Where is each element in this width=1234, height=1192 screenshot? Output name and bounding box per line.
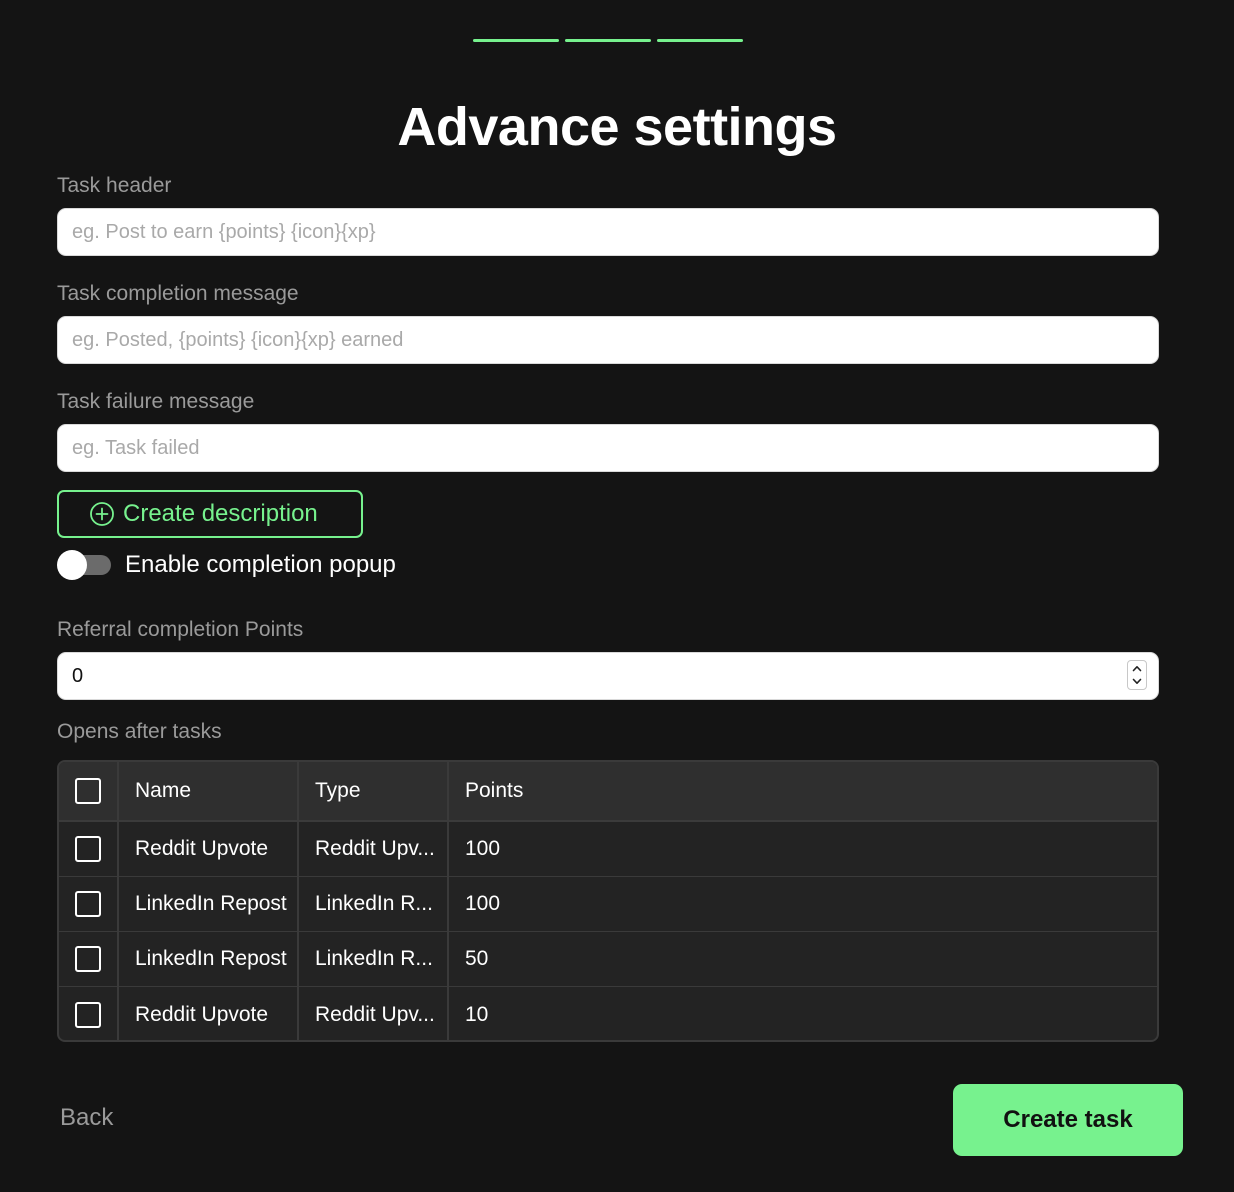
task-points: 10 <box>465 1002 489 1026</box>
chevron-up-icon <box>1132 665 1142 672</box>
increment-button[interactable] <box>1128 662 1146 675</box>
task-type-text: Reddit Upv... <box>315 1002 435 1026</box>
referral-points-label: Referral completion Points <box>57 618 304 641</box>
step-1 <box>473 39 559 42</box>
failure-message-label: Task failure message <box>57 390 255 413</box>
task-points: 100 <box>465 892 501 915</box>
advance-settings-page: Advance settings Task header Task comple… <box>0 0 1234 1192</box>
task-points: 100 <box>465 837 501 860</box>
task-name: Reddit Upvote <box>119 822 299 876</box>
column-header-points[interactable]: Points <box>449 762 1157 820</box>
task-type: LinkedIn R... <box>299 932 449 986</box>
table-row[interactable]: LinkedIn Repost LinkedIn R... 100 <box>59 877 1157 932</box>
completion-popup-label: Enable completion popup <box>125 551 396 578</box>
referral-points-input[interactable] <box>57 652 1159 700</box>
row-select-cell <box>59 877 119 931</box>
table-row[interactable]: LinkedIn Repost LinkedIn R... 50 <box>59 932 1157 987</box>
task-type: Reddit Upv... <box>299 822 449 876</box>
progress-stepper <box>473 39 743 42</box>
task-points: 50 <box>465 947 489 970</box>
referral-points-field <box>57 652 1159 700</box>
step-3 <box>657 39 743 42</box>
toggle-knob <box>57 550 87 580</box>
table-row[interactable]: Reddit Upvote Reddit Upv... 100 <box>59 822 1157 877</box>
task-type-text: LinkedIn R... <box>315 947 433 970</box>
opens-after-label: Opens after tasks <box>57 720 222 743</box>
column-header-name[interactable]: Name <box>119 762 299 820</box>
task-name: LinkedIn Repost <box>119 877 299 931</box>
row-select-cell <box>59 822 119 876</box>
create-description-button[interactable]: Create description <box>57 490 363 538</box>
create-description-label: Create description <box>123 500 318 527</box>
task-header-label: Task header <box>57 174 172 197</box>
row-checkbox[interactable] <box>75 891 101 917</box>
select-all-checkbox[interactable] <box>75 778 101 804</box>
completion-popup-row: Enable completion popup <box>57 550 396 580</box>
completion-popup-toggle[interactable] <box>57 550 111 580</box>
table-row[interactable]: Reddit Upvote Reddit Upv... 10 <box>59 987 1157 1040</box>
column-header-type[interactable]: Type <box>299 762 449 820</box>
task-type-text: LinkedIn R... <box>315 892 433 915</box>
page-title: Advance settings <box>397 97 837 157</box>
row-select-cell <box>59 932 119 986</box>
completion-message-input[interactable] <box>57 316 1159 364</box>
opens-after-table: Name Type Points Reddit Upvote Reddit Up… <box>57 760 1159 1042</box>
row-checkbox[interactable] <box>75 946 101 972</box>
task-name: Reddit Upvote <box>119 987 299 1040</box>
failure-message-input[interactable] <box>57 424 1159 472</box>
task-type-text: Reddit Upv... <box>315 837 435 860</box>
row-checkbox[interactable] <box>75 1001 101 1028</box>
number-spinner <box>1127 660 1147 690</box>
plus-circle-icon <box>89 501 115 527</box>
create-task-button[interactable]: Create task <box>953 1084 1183 1156</box>
completion-message-label: Task completion message <box>57 282 299 305</box>
task-name: LinkedIn Repost <box>119 932 299 986</box>
table-header-row: Name Type Points <box>59 762 1157 822</box>
task-header-input[interactable] <box>57 208 1159 256</box>
task-type: LinkedIn R... <box>299 877 449 931</box>
task-type: Reddit Upv... <box>299 987 449 1040</box>
chevron-down-icon <box>1132 678 1142 684</box>
row-checkbox[interactable] <box>75 836 101 862</box>
decrement-button[interactable] <box>1128 675 1146 688</box>
row-select-cell <box>59 987 119 1040</box>
step-2 <box>565 39 651 42</box>
select-all-cell <box>59 762 119 820</box>
back-button[interactable]: Back <box>60 1104 113 1132</box>
